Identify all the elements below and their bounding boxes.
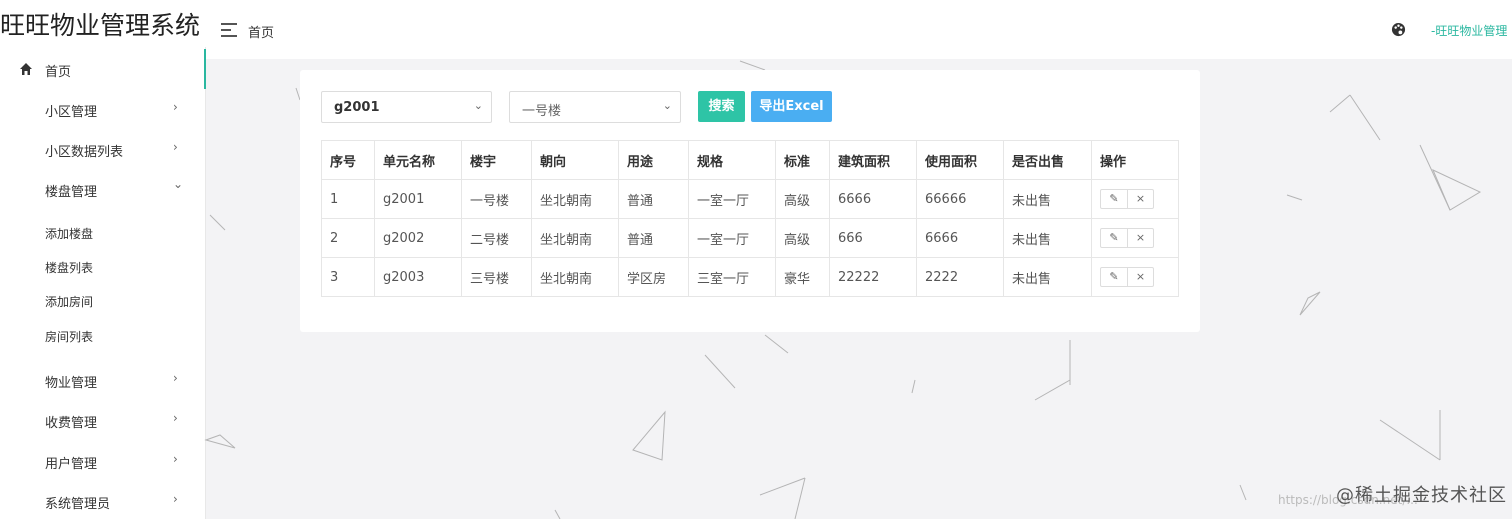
cell-unit-name: g2003 <box>374 257 462 297</box>
cell-usage: 学区房 <box>618 257 689 297</box>
cell-unit-name: g2002 <box>374 218 462 258</box>
cell-standard: 高级 <box>775 179 830 219</box>
cell-sold: 未出售 <box>1003 179 1092 219</box>
cell-usable-area: 66666 <box>916 179 1004 219</box>
cell-standard: 豪华 <box>775 257 830 297</box>
col-usable-area: 使用面积 <box>916 140 1004 180</box>
cell-layout: 一室一厅 <box>688 179 776 219</box>
delete-icon[interactable]: × <box>1127 268 1153 286</box>
building-select-value: 一号楼 <box>522 104 562 119</box>
cell-building-area: 6666 <box>829 179 917 219</box>
watermark-text: @稀土掘金技术社区 <box>1336 485 1507 506</box>
col-index: 序号 <box>321 140 375 180</box>
table-row: 3 g2003 三号楼 坐北朝南 学区房 三室一厅 豪华 22222 2222 … <box>321 257 1179 297</box>
action-group: ✎ × <box>1100 267 1154 287</box>
cell-orientation: 坐北朝南 <box>531 257 619 297</box>
chevron-down-icon: ⌄ <box>662 99 672 112</box>
unit-select[interactable]: g2001 ⌄ <box>321 91 492 123</box>
col-usage: 用途 <box>618 140 689 180</box>
building-select[interactable]: 一号楼 ⌄ <box>509 91 681 123</box>
edit-icon[interactable]: ✎ <box>1101 229 1127 247</box>
cell-actions: ✎ × <box>1091 179 1179 219</box>
cell-building: 三号楼 <box>461 257 532 297</box>
table-header-row: 序号 单元名称 楼宇 朝向 用途 规格 标准 建筑面积 使用面积 是否出售 操作 <box>321 140 1179 180</box>
cell-actions: ✎ × <box>1091 257 1179 297</box>
col-actions: 操作 <box>1091 140 1179 180</box>
cell-building-area: 666 <box>829 218 917 258</box>
action-group: ✎ × <box>1100 189 1154 209</box>
cell-orientation: 坐北朝南 <box>531 179 619 219</box>
cell-usable-area: 6666 <box>916 218 1004 258</box>
cell-index: 3 <box>321 257 375 297</box>
cell-building: 一号楼 <box>461 179 532 219</box>
edit-icon[interactable]: ✎ <box>1101 190 1127 208</box>
table-row: 1 g2001 一号楼 坐北朝南 普通 一室一厅 高级 6666 66666 未… <box>321 179 1179 219</box>
building-table: 序号 单元名称 楼宇 朝向 用途 规格 标准 建筑面积 使用面积 是否出售 操作… <box>321 140 1179 297</box>
col-orientation: 朝向 <box>531 140 619 180</box>
unit-select-value: g2001 <box>334 100 380 115</box>
cell-actions: ✎ × <box>1091 218 1179 258</box>
table-row: 2 g2002 二号楼 坐北朝南 普通 一室一厅 高级 666 6666 未出售… <box>321 218 1179 258</box>
cell-layout: 一室一厅 <box>688 218 776 258</box>
export-excel-button[interactable]: 导出Excel <box>751 91 832 122</box>
delete-icon[interactable]: × <box>1127 190 1153 208</box>
cell-unit-name: g2001 <box>374 179 462 219</box>
col-building-area: 建筑面积 <box>829 140 917 180</box>
cell-index: 1 <box>321 179 375 219</box>
cell-index: 2 <box>321 218 375 258</box>
col-sold: 是否出售 <box>1003 140 1092 180</box>
cell-usable-area: 2222 <box>916 257 1004 297</box>
cell-standard: 高级 <box>775 218 830 258</box>
chevron-down-icon: ⌄ <box>473 99 483 112</box>
cell-orientation: 坐北朝南 <box>531 218 619 258</box>
search-button[interactable]: 搜索 <box>698 91 745 122</box>
edit-icon[interactable]: ✎ <box>1101 268 1127 286</box>
content-card: g2001 ⌄ 一号楼 ⌄ 搜索 导出Excel 序号 单元名称 楼宇 朝向 用… <box>300 70 1200 332</box>
cell-usage: 普通 <box>618 218 689 258</box>
cell-usage: 普通 <box>618 179 689 219</box>
cell-layout: 三室一厅 <box>688 257 776 297</box>
cell-sold: 未出售 <box>1003 257 1092 297</box>
col-layout: 规格 <box>688 140 776 180</box>
col-standard: 标准 <box>775 140 830 180</box>
delete-icon[interactable]: × <box>1127 229 1153 247</box>
col-unit-name: 单元名称 <box>374 140 462 180</box>
cell-building-area: 22222 <box>829 257 917 297</box>
cell-building: 二号楼 <box>461 218 532 258</box>
col-building: 楼宇 <box>461 140 532 180</box>
cell-sold: 未出售 <box>1003 218 1092 258</box>
action-group: ✎ × <box>1100 228 1154 248</box>
